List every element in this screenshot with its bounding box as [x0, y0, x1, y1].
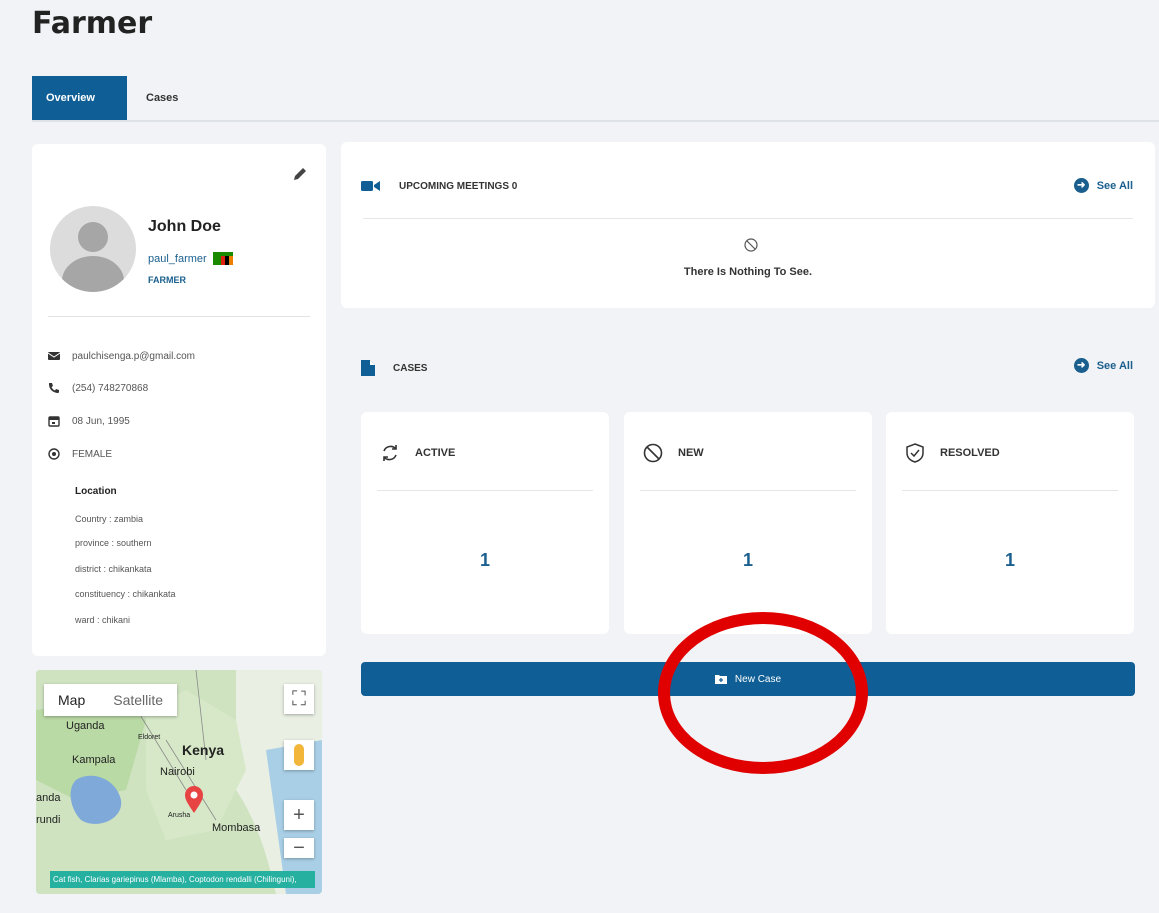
divider: [902, 490, 1118, 491]
stat-label: ACTIVE: [415, 447, 456, 459]
meetings-header: UPCOMING MEETINGS 0: [361, 180, 517, 192]
gender-row: FEMALE: [48, 448, 112, 460]
tab-bar: Overview Cases: [32, 76, 1159, 122]
profile-name: John Doe: [148, 218, 221, 235]
map-tab-map[interactable]: Map: [44, 684, 99, 716]
map-pin-icon[interactable]: [184, 786, 204, 814]
location-country: Country : zambia: [75, 514, 144, 524]
cases-title: CASES: [393, 362, 428, 374]
cases-title-row: CASES: [361, 360, 427, 376]
map-label: Mombasa: [212, 822, 261, 834]
new-cases-card[interactable]: NEW 1: [624, 412, 872, 634]
map-tab-satellite[interactable]: Satellite: [99, 684, 177, 716]
cases-see-all-button[interactable]: ➜ See All: [1073, 358, 1133, 373]
zoom-in-icon[interactable]: +: [284, 800, 314, 830]
meetings-empty-text: There Is Nothing To See.: [683, 266, 813, 278]
map-info-footer: Cat fish, Clarias gariepinus (Mlamba), C…: [50, 871, 315, 888]
map-label: Eldoret: [138, 734, 161, 741]
location-title: Location: [75, 486, 117, 497]
cases-header: CASES ➜ See All: [341, 352, 1155, 382]
folder-plus-icon: [714, 675, 727, 684]
new-case-button[interactable]: New Case: [361, 662, 1135, 696]
stat-count: 1: [1004, 550, 1015, 570]
profile-username-row: paul_farmer: [148, 252, 233, 265]
divider: [640, 490, 856, 491]
zoom-out-icon[interactable]: −: [284, 837, 314, 859]
map-label: Kampala: [72, 754, 116, 766]
email-row: paulchisenga.p@gmail.com: [48, 350, 195, 362]
stat-count: 1: [479, 550, 490, 570]
map-label: rundi: [36, 814, 61, 826]
location-district: district : chikankata: [75, 564, 152, 574]
refresh-icon: [383, 445, 397, 461]
location-constituency: constituency : chikankata: [75, 589, 176, 599]
meetings-see-all-button[interactable]: ➜ See All: [1073, 178, 1133, 193]
ban-icon: [643, 443, 663, 463]
dob-text: 08 Jun, 1995: [72, 415, 130, 427]
map-label: Kenya: [182, 742, 225, 758]
gender-icon: [48, 448, 60, 460]
tab-cases[interactable]: Cases: [132, 76, 192, 120]
map-label: Nairobi: [160, 766, 195, 778]
shield-check-icon: [906, 443, 924, 463]
video-camera-icon: [361, 181, 380, 191]
meetings-title: UPCOMING MEETINGS 0: [399, 180, 518, 192]
page-title: Farmer: [32, 6, 153, 41]
document-icon: [361, 360, 375, 376]
map-label: Uganda: [66, 720, 105, 732]
phone-text: (254) 748270868: [72, 382, 149, 394]
map-label: anda: [36, 792, 61, 804]
fullscreen-icon[interactable]: ⛶: [284, 684, 314, 714]
resolved-cases-card[interactable]: RESOLVED 1: [886, 412, 1134, 634]
gender-text: FEMALE: [72, 448, 113, 460]
pegman-icon[interactable]: [284, 740, 314, 770]
location-ward: ward : chikani: [75, 615, 131, 625]
tab-overview[interactable]: Overview: [32, 76, 127, 120]
ban-icon: [744, 238, 758, 252]
phone-row: (254) 748270868: [48, 382, 148, 394]
divider: [377, 490, 593, 491]
profile-card: John Doe paul_farmer FARMER paulchisenga…: [32, 144, 326, 656]
active-cases-card[interactable]: ACTIVE 1: [361, 412, 609, 634]
profile-username: paul_farmer: [148, 252, 207, 265]
phone-icon: [49, 383, 59, 393]
stat-label-row: NEW: [642, 442, 704, 464]
avatar: [50, 206, 136, 292]
pencil-icon[interactable]: [292, 166, 308, 182]
new-case-label: New Case: [734, 673, 782, 685]
dob-row: 08 Jun, 1995: [48, 415, 130, 427]
email-text: paulchisenga.p@gmail.com: [72, 350, 195, 362]
profile-role: FARMER: [148, 275, 186, 285]
arrow-right-circle-icon: ➜: [1073, 358, 1089, 373]
location-map[interactable]: Map Satellite ⛶ + − Uganda Kampala Kenya…: [36, 670, 322, 894]
map-type-toggle: Map Satellite: [44, 684, 178, 716]
stat-label: NEW: [678, 447, 704, 459]
stat-label-row: RESOLVED: [904, 442, 1000, 464]
divider: [363, 218, 1133, 219]
stat-label: RESOLVED: [940, 447, 1000, 459]
stat-label-row: ACTIVE: [379, 442, 455, 464]
meetings-see-all-label: See All: [1096, 179, 1133, 192]
stat-count: 1: [742, 550, 753, 570]
zambia-flag-icon: [212, 252, 233, 265]
location-province: province : southern: [75, 538, 152, 548]
arrow-right-circle-icon: ➜: [1073, 178, 1089, 193]
divider: [48, 316, 310, 317]
upcoming-meetings-card: UPCOMING MEETINGS 0 ➜ See All There Is N…: [341, 142, 1155, 308]
envelope-icon: [48, 352, 60, 360]
cases-see-all-label: See All: [1096, 359, 1133, 372]
calendar-icon: [48, 416, 60, 427]
